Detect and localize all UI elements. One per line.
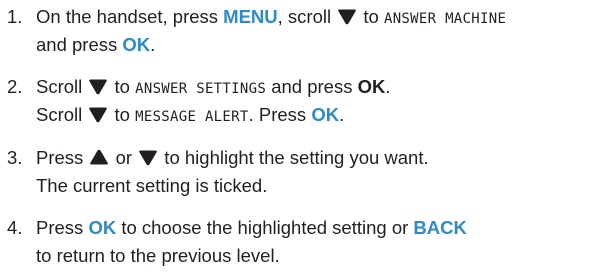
key-ok: OK <box>88 217 117 238</box>
key-menu: MENU <box>223 6 278 27</box>
step-2-line-1: Scroll to ANSWER SETTINGS and press OK. <box>36 76 391 97</box>
scroll-up-icon <box>89 149 109 166</box>
step-3-line-2: The current setting is ticked. <box>36 175 268 196</box>
step-4-line-1: Press OK to choose the highlighted setti… <box>36 217 467 238</box>
scroll-down-icon <box>88 78 108 95</box>
scroll-down-icon <box>138 149 158 166</box>
step-1-line-1: On the handset, press MENU, scroll to AN… <box>36 6 507 27</box>
step-number: 2. <box>7 76 23 97</box>
key-ok: OK <box>357 76 386 97</box>
instruction-steps: 1. On the handset, press MENU, scroll to… <box>0 0 602 279</box>
key-back: BACK <box>413 217 467 238</box>
screen-text-answer-settings: ANSWER SETTINGS <box>135 81 267 97</box>
step-4-line-2: to return to the previous level. <box>36 245 280 266</box>
step-number: 4. <box>7 217 23 238</box>
step-3-line-1: Press or to highlight the setting you wa… <box>36 147 429 168</box>
step-2-line-2: Scroll to MESSAGE ALERT. Press OK. <box>36 104 345 125</box>
screen-text-message-alert: MESSAGE ALERT <box>135 109 249 125</box>
key-ok: OK <box>311 104 340 125</box>
step-number: 3. <box>7 147 23 168</box>
scroll-down-icon <box>337 8 357 25</box>
step-1-line-2: and press OK. <box>36 34 156 55</box>
scroll-down-icon <box>88 106 108 123</box>
step-number: 1. <box>7 6 23 27</box>
key-ok: OK <box>122 34 151 55</box>
screen-text-answer-machine: ANSWER MACHINE <box>383 11 507 27</box>
